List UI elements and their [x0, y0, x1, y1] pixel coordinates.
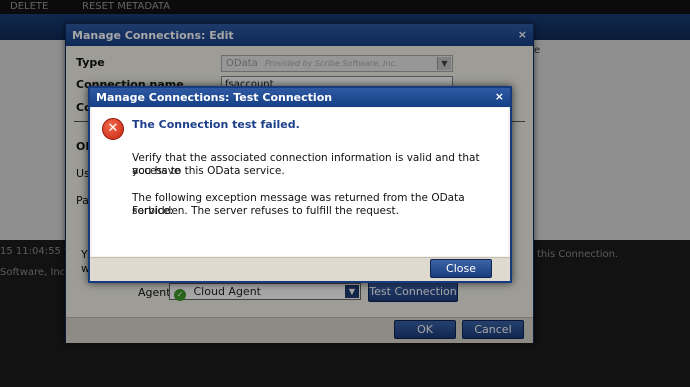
error-heading: The Connection test failed. [132, 118, 300, 131]
test-connection-dialog: Manage Connections: Test Connection × ✕ … [88, 86, 512, 283]
test-dialog-body: ✕ The Connection test failed. Verify tha… [92, 108, 508, 256]
error-icon: ✕ [102, 118, 124, 140]
test-dialog-title-bar: Manage Connections: Test Connection × [90, 88, 510, 107]
error-message-line: access to this OData service. [132, 165, 285, 177]
test-dialog-close-icon[interactable]: × [495, 90, 504, 103]
test-dialog-title: Manage Connections: Test Connection [96, 91, 333, 104]
close-button[interactable]: Close [430, 259, 492, 278]
exception-message-line: Forbidden. The server refuses to fulfill… [132, 205, 399, 217]
